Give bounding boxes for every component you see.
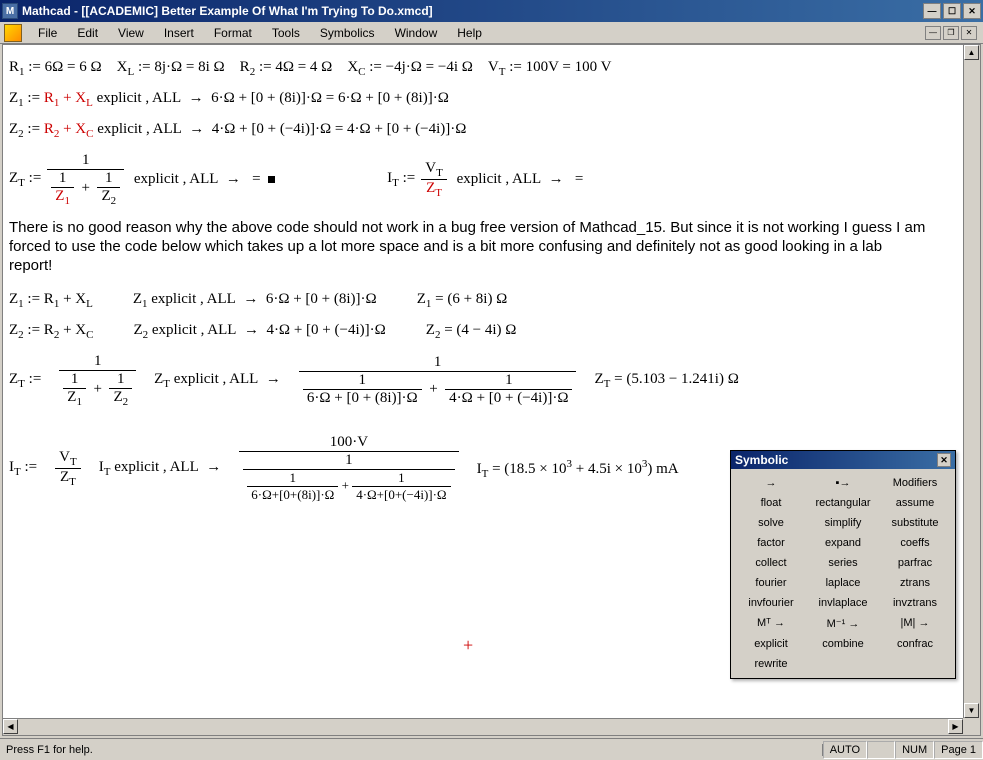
scroll-corner xyxy=(963,718,980,735)
sym-solve[interactable]: solve xyxy=(735,513,807,533)
menu-format[interactable]: Format xyxy=(204,24,262,42)
explanation-text: There is no good reason why the above co… xyxy=(9,219,929,275)
sym-confrac[interactable]: confrac xyxy=(879,634,951,654)
sym-factor[interactable]: factor xyxy=(735,533,807,553)
sym-invztrans[interactable]: invztrans xyxy=(879,593,951,613)
menu-symbolics[interactable]: Symbolics xyxy=(310,24,385,42)
sym-substitute[interactable]: substitute xyxy=(879,513,951,533)
app-icon: M xyxy=(2,3,18,19)
sym-rectangular[interactable]: rectangular xyxy=(807,493,879,513)
equation-z2-row[interactable]: Z2 := R2 + XC Z2 explicit , ALL → 4·Ω + … xyxy=(9,322,957,341)
menu-tools[interactable]: Tools xyxy=(262,24,310,42)
menu-bar: File Edit View Insert Format Tools Symbo… xyxy=(0,22,983,44)
crosshair-cursor-icon: + xyxy=(463,635,473,656)
sym-coeffs[interactable]: coeffs xyxy=(879,533,951,553)
sym-modifiers[interactable]: Modifiers xyxy=(879,473,951,493)
status-bar: Press F1 for help. AUTO NUM Page 1 xyxy=(0,738,983,760)
scroll-right-icon[interactable]: ▶ xyxy=(948,719,963,734)
sym-ztrans[interactable]: ztrans xyxy=(879,573,951,593)
sym-combine[interactable]: combine xyxy=(807,634,879,654)
sym-determinant[interactable]: |M| → xyxy=(879,613,951,634)
menu-insert[interactable]: Insert xyxy=(154,24,204,42)
scroll-left-icon[interactable]: ◀ xyxy=(3,719,18,734)
equation-z2-inline[interactable]: Z2 := R2 + XC explicit , ALL → 4·Ω + [0 … xyxy=(9,121,957,140)
equation-zt-it-inline[interactable]: ZT := 1 1Z1 + 1Z2 explicit , ALL → = IT … xyxy=(9,152,957,207)
menu-edit[interactable]: Edit xyxy=(67,24,108,42)
workspace: R1 := 6Ω = 6 Ω XL := 8j·Ω = 8i Ω R2 := 4… xyxy=(2,44,981,736)
mdi-close-button[interactable]: ✕ xyxy=(961,26,977,40)
sym-explicit[interactable]: explicit xyxy=(735,634,807,654)
symbolic-toolbar-title[interactable]: Symbolic ✕ xyxy=(731,451,955,469)
sym-invfourier[interactable]: invfourier xyxy=(735,593,807,613)
sym-float[interactable]: float xyxy=(735,493,807,513)
status-num: NUM xyxy=(895,741,934,759)
title-bar: M Mathcad - [[ACADEMIC] Better Example O… xyxy=(0,0,983,22)
sym-arrow[interactable]: → xyxy=(735,473,807,493)
sym-inverse[interactable]: M⁻¹ → xyxy=(807,613,879,634)
sym-fourier[interactable]: fourier xyxy=(735,573,807,593)
sym-assume[interactable]: assume xyxy=(879,493,951,513)
mdi-restore-button[interactable]: ❐ xyxy=(943,26,959,40)
window-title: Mathcad - [[ACADEMIC] Better Example Of … xyxy=(22,4,923,18)
status-auto: AUTO xyxy=(823,741,867,759)
equation-z1-row[interactable]: Z1 := R1 + XL Z1 explicit , ALL → 6·Ω + … xyxy=(9,291,957,310)
scroll-up-icon[interactable]: ▲ xyxy=(964,45,979,60)
sym-expand[interactable]: expand xyxy=(807,533,879,553)
placeholder-icon xyxy=(268,176,275,183)
maximize-button[interactable]: ☐ xyxy=(943,3,961,19)
horizontal-scrollbar[interactable]: ◀ ▶ xyxy=(3,718,963,735)
symbolic-toolbar[interactable]: Symbolic ✕ → ▪→ Modifiers float rectangu… xyxy=(730,450,956,679)
equation-zt-row[interactable]: ZT := 1 1Z1 + 1Z2 ZT explicit , ALL → 1 … xyxy=(9,353,957,408)
status-blank xyxy=(867,741,895,759)
sym-empty1 xyxy=(807,654,879,674)
menu-file[interactable]: File xyxy=(28,24,67,42)
sym-rewrite[interactable]: rewrite xyxy=(735,654,807,674)
menu-help[interactable]: Help xyxy=(447,24,492,42)
equation-row-defs[interactable]: R1 := 6Ω = 6 Ω XL := 8j·Ω = 8i Ω R2 := 4… xyxy=(9,59,957,78)
menu-window[interactable]: Window xyxy=(385,24,448,42)
menu-view[interactable]: View xyxy=(108,24,154,42)
sym-collect[interactable]: collect xyxy=(735,553,807,573)
vertical-scrollbar[interactable]: ▲ ▼ xyxy=(963,45,980,718)
mdi-minimize-button[interactable]: — xyxy=(925,26,941,40)
symbolic-toolbar-grid: → ▪→ Modifiers float rectangular assume … xyxy=(731,469,955,678)
sym-series[interactable]: series xyxy=(807,553,879,573)
status-page: Page 1 xyxy=(934,741,983,759)
symbolic-toolbar-close-button[interactable]: ✕ xyxy=(937,453,951,467)
scroll-down-icon[interactable]: ▼ xyxy=(964,703,979,718)
sym-laplace[interactable]: laplace xyxy=(807,573,879,593)
status-help: Press F1 for help. xyxy=(0,744,823,756)
equation-z1-inline[interactable]: Z1 := R1 + XL explicit , ALL → 6·Ω + [0 … xyxy=(9,90,957,109)
sym-parfrac[interactable]: parfrac xyxy=(879,553,951,573)
sym-transpose[interactable]: Mᵀ → xyxy=(735,613,807,634)
sym-keyword-arrow[interactable]: ▪→ xyxy=(807,473,879,493)
document-icon xyxy=(4,24,22,42)
close-button[interactable]: ✕ xyxy=(963,3,981,19)
minimize-button[interactable]: — xyxy=(923,3,941,19)
sym-invlaplace[interactable]: invlaplace xyxy=(807,593,879,613)
sym-simplify[interactable]: simplify xyxy=(807,513,879,533)
sym-empty2 xyxy=(879,654,951,674)
